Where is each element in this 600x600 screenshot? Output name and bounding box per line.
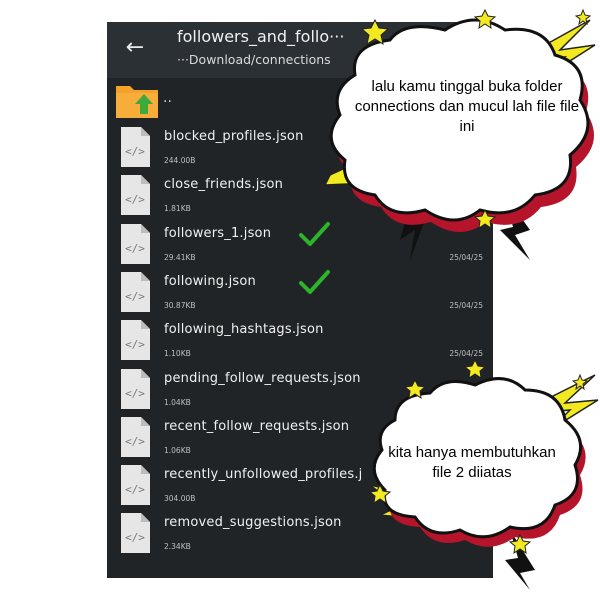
folder-up-icon [116,86,158,118]
file-size: 304.00B [164,494,196,504]
code-file-icon: </> [121,513,150,554]
code-file-icon: </> [121,416,150,457]
file-date: 25/04/25 [449,300,483,310]
file-size: 1.10KB [164,349,191,359]
code-file-icon: </> [121,465,150,506]
file-size: 1.04KB [164,397,191,407]
file-size: 1.06KB [164,445,191,455]
file-size: 30.87KB [164,300,196,310]
callout-bubble-top [323,8,596,260]
file-name: close_friends.json [164,177,284,193]
file-size: 1.81KB [164,204,191,214]
code-file-icon: </> [121,175,150,216]
file-size: 29.41KB [164,252,196,262]
callout-text-top: lalu kamu tinggal buka folder connection… [354,78,580,135]
svg-text:</>: </> [125,193,145,206]
callout-text-bottom: kita hanya membutuhkan file 2 diiatas [388,444,556,481]
file-size: 2.34KB [164,542,191,552]
svg-text:</>: </> [125,242,145,255]
back-arrow-icon[interactable]: ← [121,34,149,62]
parent-folder-label: .. [163,90,172,106]
svg-text:</>: </> [125,338,145,351]
code-file-icon: </> [121,223,150,264]
file-name: recent_follow_requests.json [164,418,350,434]
code-file-icon: </> [121,368,150,409]
code-file-icon: </> [121,271,150,312]
file-name: removed_suggestions.json [164,515,342,531]
file-name: pending_follow_requests.json [164,370,361,386]
code-file-icon: </> [121,127,150,167]
svg-text:</>: </> [125,145,145,158]
file-name: following.json [164,273,256,289]
svg-text:</>: </> [125,387,145,400]
file-name: following_hashtags.json [164,322,324,338]
svg-text:</>: </> [125,435,145,448]
folder-path: ···Download/connections [177,52,331,67]
file-name: recently_unfollowed_profiles.j [164,467,363,483]
svg-text:</>: </> [125,531,145,544]
code-file-icon: </> [121,320,150,361]
file-row[interactable]: </> following.json 30.87KB 25/04/25 [107,269,493,317]
svg-text:</>: </> [125,290,145,303]
svg-text:</>: </> [125,483,145,496]
file-name: blocked_profiles.json [164,129,304,144]
file-name: followers_1.json [164,225,272,241]
file-size: 244.00B [164,156,196,165]
